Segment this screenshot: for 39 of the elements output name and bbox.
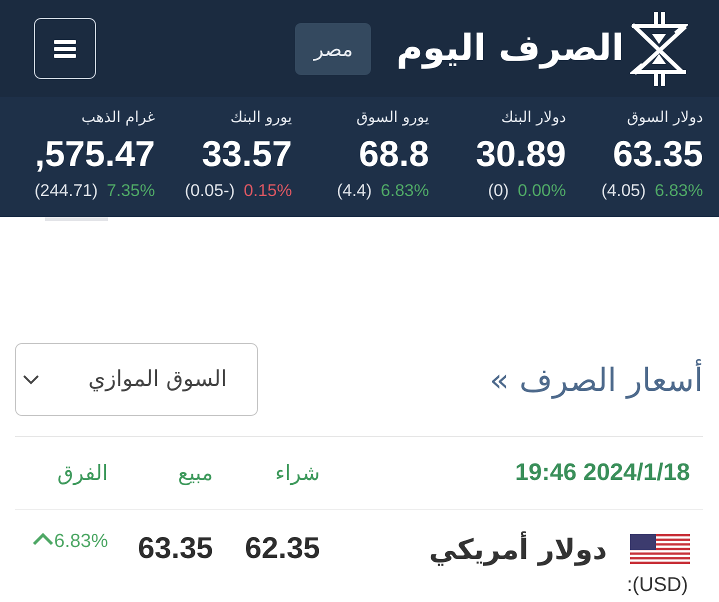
ticker-value: 63.35 (612, 132, 703, 176)
column-header: شراء (274, 461, 320, 485)
ticker-label: غرام الذهب (81, 107, 155, 128)
buy-price: 62.35 (244, 531, 320, 567)
column-header: الفرق (56, 461, 108, 485)
change-value: (0) (488, 181, 509, 201)
country-button[interactable]: مصر (295, 22, 372, 74)
flag-icon (630, 534, 690, 564)
change-value: (4.4) (336, 181, 372, 201)
sell-price: 63.35 (138, 531, 213, 567)
change-percent: 6.83% (54, 531, 108, 553)
column-header: مبيع (176, 461, 213, 485)
change-value: (0.05-) (184, 181, 235, 201)
menu-button[interactable] (34, 18, 96, 79)
change-value: (244.71) (34, 181, 98, 201)
scrollbar-thumb (45, 217, 108, 221)
ticker-label: دولار السوق (627, 107, 703, 128)
chevron-down-icon (23, 374, 39, 384)
percent-change: 0.00% (518, 181, 566, 201)
change-value: (4.05) (601, 181, 646, 201)
logo-text: الصرف اليوم (396, 28, 624, 69)
percent-change: 6.83% (654, 181, 703, 201)
ticker-label: دولار البنك (501, 107, 566, 128)
currency-code: (USD): (626, 574, 688, 596)
market-select[interactable]: السوق الموازي (15, 343, 258, 416)
ticker-label: يورو البنك (230, 107, 292, 128)
section-title: أسعار الصرف » (490, 360, 703, 398)
ticker-label: يورو السوق (356, 107, 429, 128)
timestamp: 2024/1/18 19:46 (514, 459, 690, 487)
ticker-value: ,575.47 (34, 132, 155, 176)
menu-icon (54, 40, 76, 58)
ticker-value: 30.89 (476, 132, 566, 176)
percent-change: 0.15% (244, 181, 292, 201)
percent-change: 7.35% (106, 181, 155, 201)
percent-change: 6.83% (380, 181, 429, 201)
ticker-value: 68.8 (358, 132, 429, 176)
logo-icon (630, 12, 688, 86)
currency-name: دولار أمريكي (429, 532, 607, 566)
ticker-value: 33.57 (202, 132, 292, 176)
